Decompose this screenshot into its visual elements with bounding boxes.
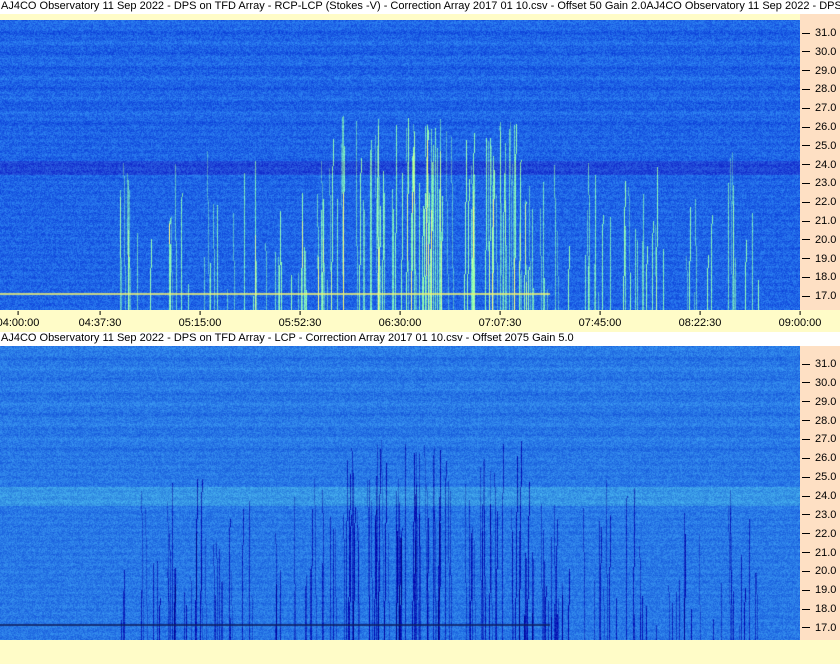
freq-tick-label: 26.0	[802, 452, 836, 464]
freq-tick-label: 17.0	[802, 622, 836, 634]
freq-tick-label: 25.0	[802, 140, 836, 152]
freq-tick-label: 24.0	[802, 490, 836, 502]
bottom-spectrogram	[0, 346, 800, 640]
bottom-panel-title: AJ4CO Observatory 11 Sep 2022 - DPS on T…	[0, 332, 840, 346]
freq-tick-label: 20.0	[802, 565, 836, 577]
time-tick-label: 05:52:30	[278, 311, 322, 329]
time-tick-label: 07:45:00	[578, 311, 622, 329]
freq-tick-label: 17.0	[802, 290, 836, 302]
freq-tick-label: 22.0	[802, 528, 836, 540]
time-tick-label: 04:37:30	[78, 311, 122, 329]
freq-tick-label: 30.0	[802, 46, 836, 58]
freq-tick-label: 30.0	[802, 377, 836, 389]
freq-tick-label: 18.0	[802, 603, 836, 615]
freq-tick-label: 19.0	[802, 253, 836, 265]
freq-tick-label: 28.0	[802, 415, 836, 427]
top-spectrogram	[0, 20, 800, 310]
freq-tick-label: 23.0	[802, 177, 836, 189]
freq-tick-label: 26.0	[802, 121, 836, 133]
time-tick-label: 05:15:00	[178, 311, 222, 329]
time-tick-label: 08:22:30	[678, 311, 722, 329]
bottom-frequency-axis: 31.0 30.0 29.0 28.0 27.0 26.0 25.0 24.0 23.0 22.0…	[800, 346, 840, 640]
freq-tick-label: 18.0	[802, 271, 836, 283]
freq-tick-label: 23.0	[802, 509, 836, 521]
time-axis: 04:00:00 04:37:30 05:15:00 05:52:30 06:30:00…	[0, 310, 840, 332]
top-panel-title: AJ4CO Observatory 11 Sep 2022 - DPS on T…	[0, 0, 840, 14]
top-frequency-axis: 31.0 30.0 29.0 28.0 27.0 26.0 25.0 24.0 23.0 22.0…	[800, 14, 840, 310]
freq-tick-label: 31.0	[802, 358, 836, 370]
time-tick-label: 06:30:00	[378, 311, 422, 329]
freq-tick-label: 29.0	[802, 65, 836, 77]
time-tick-label: 07:07:30	[478, 311, 522, 329]
freq-tick-label: 27.0	[802, 433, 836, 445]
time-tick-label: 09:00:00	[778, 311, 822, 329]
freq-tick-label: 28.0	[802, 83, 836, 95]
freq-tick-label: 31.0	[802, 27, 836, 39]
freq-tick-label: 24.0	[802, 159, 836, 171]
freq-tick-label: 25.0	[802, 471, 836, 483]
freq-tick-label: 22.0	[802, 196, 836, 208]
freq-tick-label: 29.0	[802, 396, 836, 408]
time-tick-label: 04:00:00	[0, 311, 39, 329]
freq-tick-label: 27.0	[802, 102, 836, 114]
freq-tick-label: 19.0	[802, 584, 836, 596]
freq-tick-label: 20.0	[802, 234, 836, 246]
bottom-bar	[0, 640, 840, 664]
freq-tick-label: 21.0	[802, 215, 836, 227]
freq-tick-label: 21.0	[802, 547, 836, 559]
